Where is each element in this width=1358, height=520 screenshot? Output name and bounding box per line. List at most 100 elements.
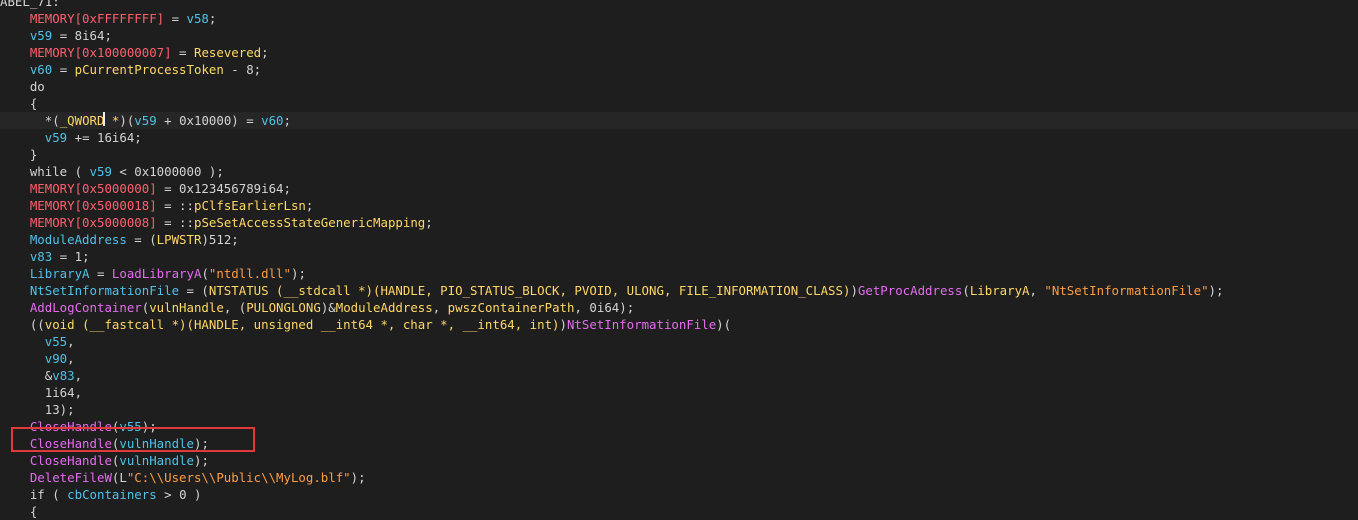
code-token: MEMORY[0xFFFFFFFF] (29, 11, 165, 26)
code-token: NTSTATUS (__stdcall *)(HANDLE, PIO_STATU… (208, 283, 851, 298)
code-token: while ( (29, 164, 90, 179)
code-line[interactable]: MEMORY[0x5000018] = ::pClfsEarlierLsn; (0, 197, 1358, 214)
code-line[interactable]: do (0, 78, 1358, 95)
code-token: MEMORY[0x5000008] (29, 215, 157, 230)
code-token: pwszContainerPath (447, 300, 575, 315)
code-line[interactable]: ABEL_71: (0, 0, 1358, 10)
code-token: , (74, 368, 83, 383)
code-token: )512; (201, 232, 239, 247)
code-token: LPWSTR (156, 232, 202, 247)
code-token: ); (193, 453, 209, 468)
code-token: vulnHandle (119, 453, 194, 468)
code-line[interactable]: v59 = 8i64; (0, 27, 1358, 44)
code-token: vulnHandle (149, 300, 224, 315)
code-token: v58 (186, 11, 209, 26)
code-line[interactable]: NtSetInformationFile = (NTSTATUS (__stdc… (0, 282, 1358, 299)
code-token: do (29, 79, 45, 94)
code-line[interactable]: v55, (0, 333, 1358, 350)
code-token: PULONGLONG (246, 300, 321, 315)
code-line[interactable]: MEMORY[0x5000008] = ::pSeSetAccessStateG… (0, 214, 1358, 231)
code-token: "ntdll.dll" (208, 266, 291, 281)
code-token: CloseHandle (29, 453, 112, 468)
code-line[interactable]: AddLogContainer(vulnHandle, (PULONGLONG)… (0, 299, 1358, 316)
code-token: v60 (29, 62, 53, 77)
code-line[interactable]: { (0, 503, 1358, 520)
code-token: ; (208, 11, 217, 26)
code-line[interactable]: } (0, 146, 1358, 163)
code-line[interactable]: MEMORY[0x5000000] = 0x123456789i64; (0, 180, 1358, 197)
code-line[interactable]: MEMORY[0x100000007] = Resevered; (0, 44, 1358, 61)
code-token: ) (559, 317, 567, 332)
code-token: , (1029, 283, 1045, 298)
code-token: = :: (156, 198, 194, 213)
code-token: MEMORY[0x100000007] (29, 45, 172, 60)
code-token: _QWORD * (59, 113, 120, 128)
code-token: LibraryA (29, 266, 90, 281)
code-line[interactable]: v60 = pCurrentProcessToken - 8; (0, 61, 1358, 78)
code-line[interactable]: 1i64, (0, 384, 1358, 401)
code-line[interactable]: ((void (__fastcall *)(HANDLE, unsigned _… (0, 316, 1358, 333)
code-token: )( (716, 317, 732, 332)
code-line[interactable]: v90, (0, 350, 1358, 367)
code-token: v59 (44, 130, 68, 145)
code-line[interactable]: *(_QWORD *)(v59 + 0x10000) = v60; (0, 112, 1358, 129)
code-line[interactable]: v83 = 1; (0, 248, 1358, 265)
code-token: Resevered (193, 45, 262, 60)
code-line[interactable]: if ( cbContainers > 0 ) (0, 486, 1358, 503)
code-token: , (67, 334, 75, 349)
code-token: pClfsEarlierLsn (193, 198, 306, 213)
code-token: LibraryA (969, 283, 1030, 298)
code-token: v60 (261, 113, 284, 128)
code-line[interactable]: CloseHandle(vulnHandle); (0, 452, 1358, 469)
code-line[interactable]: &v83, (0, 367, 1358, 384)
code-line[interactable]: MEMORY[0xFFFFFFFF] = v58; (0, 10, 1358, 27)
code-token: (L (111, 470, 127, 485)
code-token: LoadLibraryA (111, 266, 202, 281)
text-cursor (103, 112, 105, 126)
code-token: "NtSetInformationFile" (1044, 283, 1209, 298)
code-token: 13); (44, 402, 75, 417)
code-token: *( (44, 113, 60, 128)
code-token: ; (425, 215, 433, 230)
code-line[interactable]: while ( v59 < 0x1000000 ); (0, 163, 1358, 180)
code-line[interactable]: LibraryA = LoadLibraryA("ntdll.dll"); (0, 265, 1358, 282)
code-line[interactable]: v59 += 16i64; (0, 129, 1358, 146)
code-token: )( (119, 113, 135, 128)
code-token: cbContainers (67, 487, 157, 502)
code-token: void (__fastcall *)(HANDLE, unsigned __i… (44, 317, 560, 332)
code-token: < 0x1000000 ); (111, 164, 224, 179)
code-token: ( (201, 266, 209, 281)
code-line[interactable]: ModuleAddress = (LPWSTR)512; (0, 231, 1358, 248)
code-token: ); (290, 266, 306, 281)
code-token: + 0x10000) = (156, 113, 262, 128)
code-token: , (67, 351, 75, 366)
code-token: "C:\\Users\\Public\\MyLog.blf" (126, 470, 351, 485)
code-token: 1i64, (44, 385, 83, 400)
code-token: = (52, 62, 75, 77)
code-token: , (432, 300, 448, 315)
code-token: GetProcAddress (857, 283, 963, 298)
code-token: } (29, 147, 38, 162)
code-line[interactable]: DeleteFileW(L"C:\\Users\\Public\\MyLog.b… (0, 469, 1358, 486)
code-token: pSeSetAccessStateGenericMapping (193, 215, 426, 230)
code-line[interactable]: { (0, 95, 1358, 112)
code-token: ModuleAddress (29, 232, 127, 247)
code-token: )& (320, 300, 336, 315)
code-token: (( (29, 317, 45, 332)
code-line[interactable]: 13); (0, 401, 1358, 418)
